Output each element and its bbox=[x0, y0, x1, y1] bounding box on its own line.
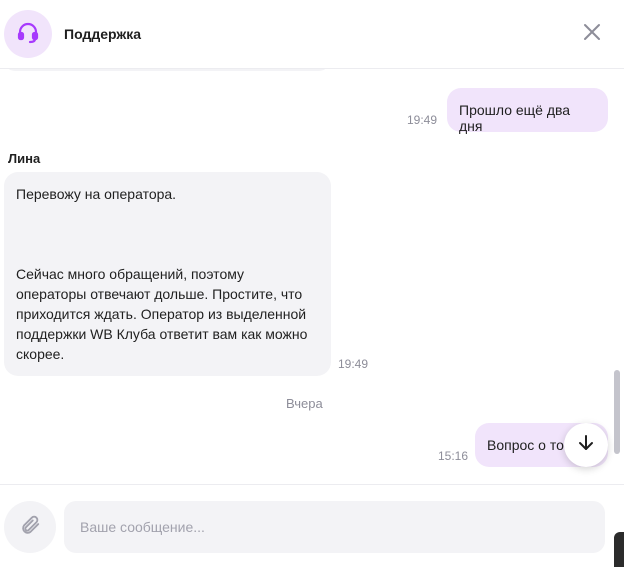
message-time: 19:49 bbox=[407, 113, 438, 127]
message-line: Перевожу на оператора. bbox=[16, 186, 177, 202]
attach-button[interactable] bbox=[4, 501, 56, 553]
window-edge bbox=[614, 532, 624, 567]
date-separator: Вчера bbox=[286, 396, 323, 411]
message-time: 15:16 bbox=[438, 449, 469, 463]
arrow-down-icon bbox=[577, 434, 595, 457]
chat-title: Поддержка bbox=[64, 26, 142, 42]
outgoing-message: Прошло ещё два дня bbox=[447, 88, 608, 134]
message-line: приходится ждать. Оператор из выделенной bbox=[16, 306, 307, 322]
message-text: Вопрос о то bbox=[487, 437, 564, 453]
composer bbox=[0, 484, 624, 567]
headset-icon bbox=[16, 20, 40, 49]
message-line: операторы отвечают дольше. Простите, что bbox=[16, 286, 303, 302]
message-input-wrapper bbox=[64, 501, 605, 553]
message-time: 19:49 bbox=[338, 357, 369, 371]
paperclip-icon bbox=[19, 514, 41, 541]
scroll-down-button[interactable] bbox=[564, 423, 608, 467]
message-text: Прошло ещё два дня bbox=[459, 102, 571, 134]
close-button[interactable] bbox=[580, 22, 604, 46]
sender-name: Лина bbox=[8, 151, 41, 166]
message-line: скорее. bbox=[16, 346, 65, 362]
scrollbar-thumb[interactable] bbox=[614, 370, 620, 454]
incoming-message: Перевожу на оператора. Сейчас много обра… bbox=[4, 172, 331, 376]
chat-header: Поддержка bbox=[0, 0, 624, 69]
message-line: Сейчас много обращений, поэтому bbox=[16, 266, 245, 282]
message-line: поддержки WB Клуба ответит вам как можно bbox=[16, 326, 308, 342]
support-avatar bbox=[4, 10, 52, 58]
message-input[interactable] bbox=[64, 501, 605, 553]
previous-message-bubble bbox=[4, 69, 330, 71]
message-list[interactable]: 19:49 Прошло ещё два дня Лина Перевожу н… bbox=[0, 69, 624, 484]
close-icon bbox=[583, 23, 601, 46]
